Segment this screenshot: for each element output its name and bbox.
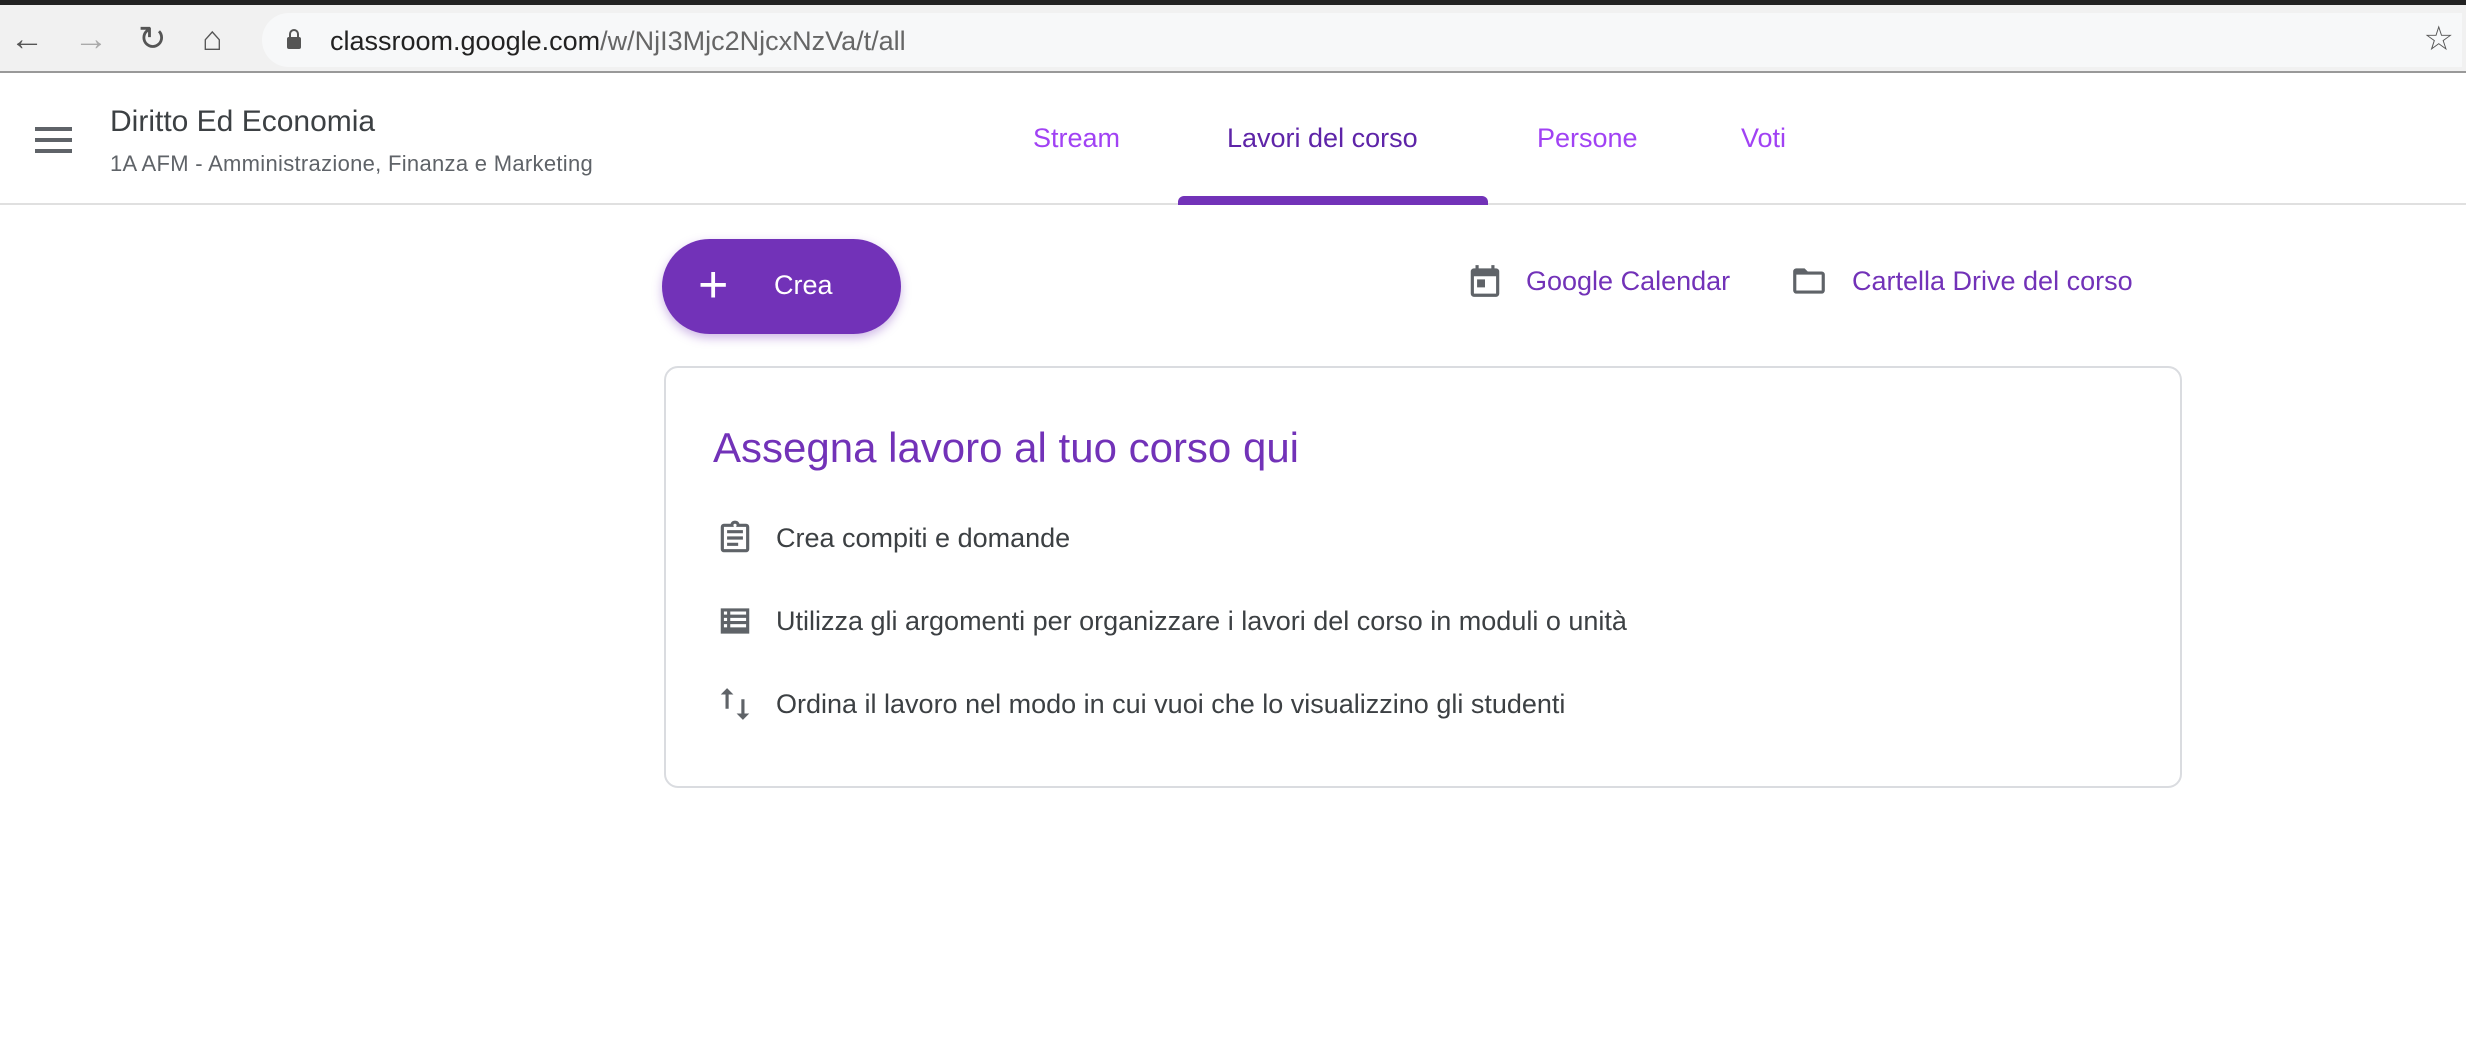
reorder-icon (720, 688, 750, 720)
forward-icon[interactable]: → (74, 19, 108, 59)
browser-toolbar: ← → ↻ ⌂ classroom.google.com/w/NjI3Mjc2N… (0, 5, 2466, 73)
assignment-icon (720, 520, 750, 553)
class-subtitle: 1A AFM - Amministrazione, Finanza e Mark… (110, 151, 594, 176)
url-path: /w/NjI3Mjc2NjcxNzVa/t/all (600, 26, 906, 56)
item-text: Ordina il lavoro nel modo in cui vuoi ch… (776, 688, 1566, 719)
list-item: Crea compiti e domande (716, 518, 1070, 558)
list-item: Ordina il lavoro nel modo in cui vuoi ch… (716, 684, 1565, 724)
tab-lavori-del-corso[interactable]: Lavori del corso (1227, 123, 1418, 154)
item-text: Crea compiti e domande (776, 522, 1071, 553)
card-title: Assegna lavoro al tuo corso qui (713, 424, 1300, 471)
calendar-label: Google Calendar (1526, 265, 1731, 296)
google-calendar-link[interactable]: Google Calendar (1466, 262, 1730, 300)
class-title: Diritto Ed Economia (110, 105, 376, 138)
url-host: classroom.google.com (330, 26, 601, 56)
drive-label: Cartella Drive del corso (1852, 265, 2133, 296)
reload-icon[interactable]: ↻ (138, 19, 167, 59)
lock-icon (287, 29, 301, 49)
tab-voti[interactable]: Voti (1741, 123, 1786, 154)
tab-persone[interactable]: Persone (1537, 123, 1638, 154)
topic-list-icon (720, 608, 750, 634)
create-button[interactable]: + Crea (662, 239, 901, 334)
active-tab-indicator (1178, 196, 1488, 205)
folder-icon (1793, 268, 1825, 294)
list-item: Utilizza gli argomenti per organizzare i… (716, 602, 1627, 640)
plus-icon: + (698, 256, 729, 314)
class-header: Diritto Ed Economia 1A AFM - Amministraz… (0, 75, 2466, 205)
back-icon[interactable]: ← (10, 19, 44, 59)
calendar-icon (1470, 265, 1500, 297)
drive-folder-link[interactable]: Cartella Drive del corso (1788, 262, 2133, 300)
url-text[interactable]: classroom.google.com/w/NjI3Mjc2NjcxNzVa/… (330, 23, 906, 59)
create-label: Crea (774, 270, 833, 300)
bookmark-star-icon[interactable]: ☆ (2424, 19, 2454, 59)
empty-state-card: Assegna lavoro al tuo corso qui Crea com… (664, 366, 2182, 788)
menu-icon[interactable] (35, 127, 72, 153)
home-icon[interactable]: ⌂ (202, 19, 223, 59)
tab-stream[interactable]: Stream (1033, 123, 1120, 154)
item-text: Utilizza gli argomenti per organizzare i… (776, 605, 1627, 636)
